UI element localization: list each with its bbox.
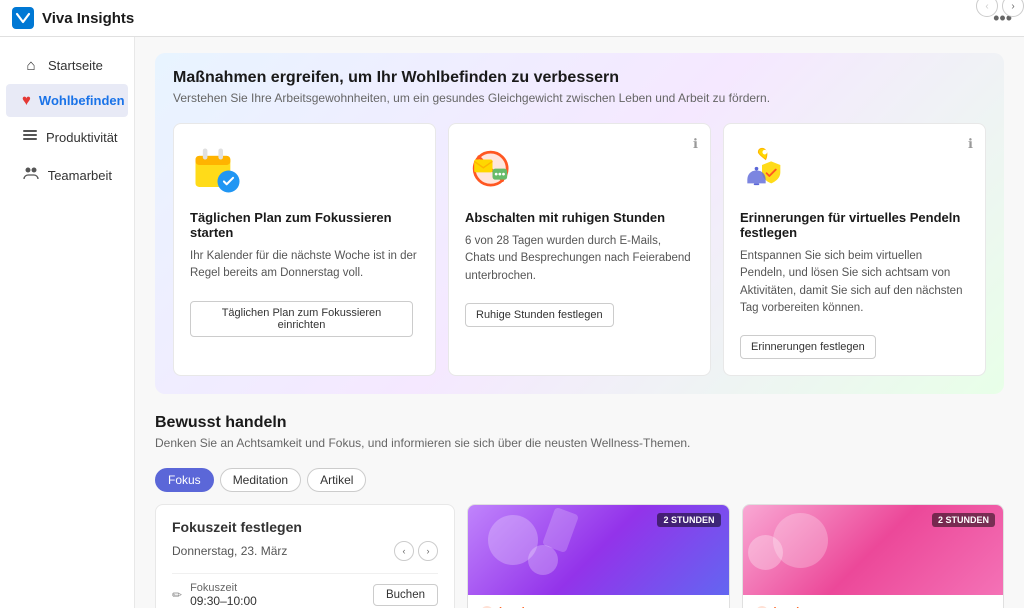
card-desc-3: Entspannen Sie sich beim virtuellen Pend… [740, 248, 969, 317]
media-card-2-body: headspace Schalte ab Hier finden Sie ret… [743, 595, 1004, 608]
card-commute: ℹ Erinnerungen für virtuelles Pendeln fe… [723, 123, 986, 376]
focus-section-header: Bewusst handeln Denken Sie an Achtsamkei… [155, 414, 1004, 464]
card-btn-3[interactable]: Erinnerungen festlegen [740, 335, 876, 359]
heart-icon: ♥ [22, 92, 31, 109]
sidebar-label-wohlbefinden: Wohlbefinden [39, 93, 125, 108]
media-card-1: 2 STUNDEN headspace Entspannter Fokus Hi… [467, 504, 730, 608]
wellness-cards: Täglichen Plan zum Fokussieren starten I… [173, 123, 986, 376]
sidebar: ⌂ Startseite ♥ Wohlbefinden Produktivitä… [0, 37, 135, 608]
app-title: Viva Insights [42, 10, 134, 27]
media-card-1-body: headspace Entspannter Fokus Hier finden … [468, 595, 729, 608]
focus-section: Bewusst handeln Denken Sie an Achtsamkei… [155, 414, 1004, 608]
card-quiet-hours: ℹ Abschalten mit ruhigen Stunden 6 von 2… [448, 123, 711, 376]
wellness-subtitle: Verstehen Sie Ihre Arbeitsgewohnheiten, … [173, 91, 770, 105]
card-title-1: Täglichen Plan zum Fokussieren starten [190, 210, 419, 240]
calendar-icon [190, 143, 245, 198]
card-desc-1: Ihr Kalender für die nächste Woche ist i… [190, 248, 419, 283]
card-btn-2[interactable]: Ruhige Stunden festlegen [465, 303, 614, 327]
decorative-circle-2 [528, 545, 558, 575]
card-btn-1[interactable]: Täglichen Plan zum Fokussieren einrichte… [190, 301, 413, 337]
main-layout: ⌂ Startseite ♥ Wohlbefinden Produktivitä… [0, 37, 1024, 608]
info-icon-3[interactable]: ℹ [968, 136, 973, 152]
main-content: Maßnahmen ergreifen, um Ihr Wohlbefinden… [135, 37, 1024, 608]
info-icon-2[interactable]: ℹ [693, 136, 698, 152]
focus-schedule-title: Fokuszeit festlegen [172, 519, 438, 535]
sidebar-item-produktivitaet[interactable]: Produktivität [6, 119, 128, 155]
media-badge-2: 2 STUNDEN [932, 513, 995, 527]
tab-meditation[interactable]: Meditation [220, 468, 301, 492]
focus-slot-1: ✏ Fokuszeit 09:30–10:00 Buchen [172, 573, 438, 608]
focus-date-prev[interactable]: ‹ [394, 541, 414, 561]
logo-icon [12, 7, 34, 29]
card-icon-area-2 [465, 140, 694, 200]
teamwork-icon [22, 165, 40, 185]
focus-tabs: Fokus Meditation Artikel [155, 468, 1004, 492]
decorative-circle-4 [748, 535, 783, 570]
wellness-title: Maßnahmen ergreifen, um Ihr Wohlbefinden… [173, 69, 770, 87]
tab-fokus[interactable]: Fokus [155, 468, 214, 492]
no-disturb-icon [465, 143, 520, 198]
focus-slot-1-type: Fokuszeit [190, 582, 257, 594]
productivity-icon [22, 127, 38, 147]
sidebar-item-wohlbefinden[interactable]: ♥ Wohlbefinden [6, 84, 128, 117]
focus-date-arrows: ‹ › [394, 541, 438, 561]
sidebar-label-teamarbeit: Teamarbeit [48, 168, 112, 183]
media-card-1-bg: 2 STUNDEN [468, 505, 729, 595]
media-card-2: 2 STUNDEN headspace Schalte ab Hier find… [742, 504, 1005, 608]
card-title-3: Erinnerungen für virtuelles Pendeln fest… [740, 210, 969, 240]
wellness-section: Maßnahmen ergreifen, um Ihr Wohlbefinden… [155, 53, 1004, 394]
card-icon-area-3 [740, 140, 969, 200]
tab-artikel[interactable]: Artikel [307, 468, 366, 492]
focus-slot-1-left: ✏ Fokuszeit 09:30–10:00 [172, 582, 257, 608]
focus-schedule-card: Fokuszeit festlegen Donnerstag, 23. März… [155, 504, 455, 608]
card-icon-area-1 [190, 140, 419, 200]
sidebar-item-startseite[interactable]: ⌂ Startseite [6, 49, 128, 82]
sidebar-label-produktivitaet: Produktivität [46, 130, 118, 145]
wellness-header: Maßnahmen ergreifen, um Ihr Wohlbefinden… [173, 69, 986, 119]
card-desc-2: 6 von 28 Tagen wurden durch E-Mails, Cha… [465, 233, 694, 285]
card-focus-plan: Täglichen Plan zum Fokussieren starten I… [173, 123, 436, 376]
app-logo: Viva Insights [12, 7, 134, 29]
focus-section-subtitle: Denken Sie an Achtsamkeit und Fokus, und… [155, 436, 690, 450]
focus-date-row: Donnerstag, 23. März ‹ › [172, 541, 438, 561]
book-btn-1[interactable]: Buchen [373, 584, 438, 606]
focus-date: Donnerstag, 23. März [172, 544, 287, 558]
focus-section-title: Bewusst handeln [155, 414, 690, 432]
focus-slot-1-time: 09:30–10:00 [190, 594, 257, 608]
commute-icon [740, 143, 795, 198]
wellness-header-text: Maßnahmen ergreifen, um Ihr Wohlbefinden… [173, 69, 770, 119]
header: Viva Insights ••• [0, 0, 1024, 37]
home-icon: ⌂ [22, 57, 40, 74]
decorative-rect-1 [542, 507, 579, 553]
pencil-icon-1: ✏ [172, 588, 182, 602]
media-badge-1: 2 STUNDEN [657, 513, 720, 527]
media-card-2-bg: 2 STUNDEN [743, 505, 1004, 595]
focus-date-next[interactable]: › [418, 541, 438, 561]
focus-content-row: Fokuszeit festlegen Donnerstag, 23. März… [155, 504, 1004, 608]
focus-header-text: Bewusst handeln Denken Sie an Achtsamkei… [155, 414, 690, 464]
card-title-2: Abschalten mit ruhigen Stunden [465, 210, 694, 225]
sidebar-item-teamarbeit[interactable]: Teamarbeit [6, 157, 128, 193]
focus-slot-1-info: Fokuszeit 09:30–10:00 [190, 582, 257, 608]
sidebar-label-startseite: Startseite [48, 58, 103, 73]
